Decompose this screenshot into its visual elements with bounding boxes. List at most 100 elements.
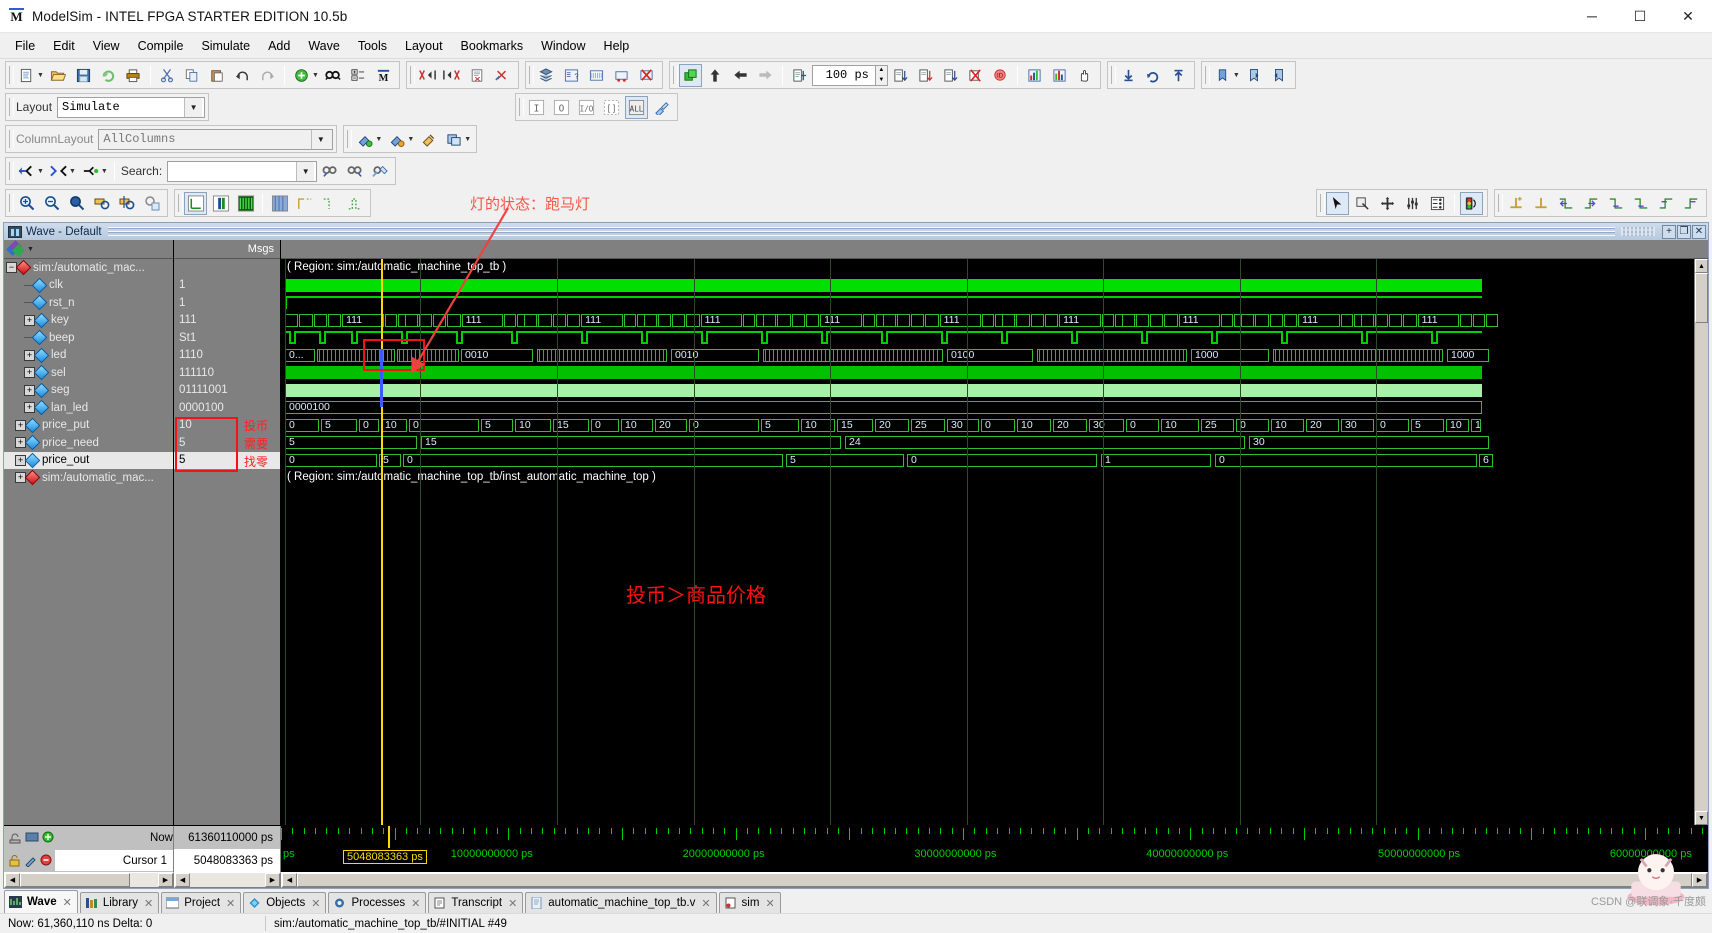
columnlayout-input[interactable]	[99, 129, 312, 149]
break-icon[interactable]	[964, 64, 987, 87]
load-design-icon[interactable]	[535, 64, 558, 87]
tab-close-icon[interactable]: ✕	[226, 897, 235, 910]
bookmark-dropdown-icon[interactable]: ▼	[1233, 72, 1240, 79]
edit-wave-dropdown-icon[interactable]: ▼	[407, 136, 414, 143]
search-next-icon[interactable]	[343, 160, 366, 183]
restart-icon[interactable]	[678, 63, 702, 87]
find-falling-edge-icon[interactable]	[1604, 192, 1627, 215]
expand-all-icon[interactable]	[79, 160, 102, 183]
measure-cursor-icon[interactable]	[1401, 192, 1424, 215]
tab-close-icon[interactable]: ✕	[765, 897, 774, 910]
tab-transcript[interactable]: Transcript ✕	[428, 892, 524, 913]
layout-chevron-down-icon[interactable]: ▼	[184, 97, 203, 117]
wave-dup-dropdown-icon[interactable]: ▼	[464, 136, 471, 143]
run-forward-icon[interactable]	[754, 64, 777, 87]
wave-grid-icon[interactable]	[268, 192, 291, 215]
wave-compare-icon[interactable]	[1426, 192, 1449, 215]
tab-objects[interactable]: Objects ✕	[243, 892, 327, 913]
run-up-icon[interactable]	[704, 64, 727, 87]
menu-layout[interactable]: Layout	[396, 36, 452, 56]
values-scroll-track[interactable]	[190, 873, 265, 887]
wave-single-icon[interactable]	[184, 191, 207, 215]
values-scroll-right-icon[interactable]: ▶	[265, 873, 280, 887]
filter-input-icon[interactable]: I	[525, 96, 548, 119]
coverage-report-icon[interactable]	[1023, 64, 1046, 87]
zoom-in-icon[interactable]	[15, 192, 38, 215]
step-forward-icon[interactable]	[441, 64, 464, 87]
run-all-icon[interactable]	[889, 64, 912, 87]
run-icon[interactable]	[788, 64, 811, 87]
collapse-signal-icon[interactable]	[47, 160, 70, 183]
menu-help[interactable]: Help	[595, 36, 639, 56]
waveform-vertical-scrollbar[interactable]: ▲ ▼	[1694, 259, 1708, 825]
tab-processes[interactable]: Processes ✕	[328, 892, 427, 913]
step-icon[interactable]	[939, 64, 962, 87]
traffic-light-icon[interactable]	[1460, 191, 1483, 215]
new-file-icon[interactable]	[15, 64, 38, 87]
signal-row[interactable]: beep	[4, 329, 173, 347]
simulate-settings-icon[interactable]: ?	[560, 64, 583, 87]
clear-compile-icon[interactable]	[491, 64, 514, 87]
signal-row[interactable]: + sim:/automatic_mac...	[4, 469, 173, 487]
modelsim-m-icon[interactable]: M	[372, 64, 395, 87]
filter-config-icon[interactable]	[650, 96, 673, 119]
zoom-settings-icon[interactable]	[140, 192, 163, 215]
redo-icon[interactable]	[256, 64, 279, 87]
signal-row[interactable]: − sim:/automatic_mac...	[4, 259, 173, 277]
layout-input[interactable]	[58, 97, 185, 117]
print-icon[interactable]	[122, 64, 145, 87]
select-pointer-icon[interactable]	[1326, 191, 1349, 215]
menu-bookmarks[interactable]: Bookmarks	[452, 36, 533, 56]
cursor-1-time-flag[interactable]: 5048083363 ps	[343, 850, 427, 864]
compile-report-icon[interactable]	[466, 64, 489, 87]
menu-wave[interactable]: Wave	[299, 36, 349, 56]
end-simulation-icon[interactable]	[635, 64, 658, 87]
find-prev-event-icon[interactable]	[1654, 192, 1677, 215]
signal-row[interactable]: + key	[4, 312, 173, 330]
columnlayout-chevron-down-icon[interactable]: ▼	[311, 129, 330, 149]
stop-icon[interactable]: ID	[989, 64, 1012, 87]
wave-scroll-thumb[interactable]	[297, 873, 1692, 887]
names-hscrollbar[interactable]: ◀ ▶	[4, 872, 174, 888]
signal-row[interactable]: + lan_led	[4, 399, 173, 417]
cursor-remove-icon[interactable]	[1529, 192, 1552, 215]
wave-multi-icon[interactable]	[234, 192, 257, 215]
copy-icon[interactable]	[181, 64, 204, 87]
wave-hscrollbar[interactable]: ◀ ▶	[281, 872, 1708, 888]
expand-tree-icon[interactable]	[347, 64, 370, 87]
names-scroll-left-icon[interactable]: ◀	[5, 873, 20, 887]
signal-row[interactable]: + price_need	[4, 434, 173, 452]
tab-automatic-machine-top-tb-v[interactable]: automatic_machine_top_tb.v ✕	[525, 892, 717, 913]
signal-row[interactable]: + seg	[4, 382, 173, 400]
search-prev-icon[interactable]	[318, 160, 341, 183]
filter-all-icon[interactable]: ALL	[625, 95, 649, 119]
tab-close-icon[interactable]: ✕	[144, 897, 153, 910]
insert-up-icon[interactable]	[1167, 64, 1190, 87]
tab-close-icon[interactable]: ✕	[411, 897, 420, 910]
add-wave-dropdown-icon[interactable]: ▼	[312, 72, 319, 79]
wave-close-button[interactable]: ✕	[1692, 224, 1706, 239]
layout-combo[interactable]: ▼	[57, 96, 206, 118]
bookmark-next-icon[interactable]	[1268, 64, 1291, 87]
waveform-settings-icon[interactable]	[585, 64, 608, 87]
coverage-detail-icon[interactable]	[1048, 64, 1071, 87]
tab-close-icon[interactable]: ✕	[508, 897, 517, 910]
bookmark-add-icon[interactable]	[1211, 64, 1234, 87]
new-wave-add-icon[interactable]	[353, 128, 376, 151]
scroll-down-arrow-icon[interactable]: ▼	[1695, 811, 1708, 825]
coverage-icon[interactable]	[610, 64, 633, 87]
search-input[interactable]	[168, 161, 297, 181]
names-scroll-thumb[interactable]	[20, 873, 130, 887]
tab-wave[interactable]: Wave ✕	[4, 890, 78, 913]
search-chevron-down-icon[interactable]: ▼	[296, 161, 315, 181]
menu-view[interactable]: View	[84, 36, 129, 56]
signal-row[interactable]: + led	[4, 347, 173, 365]
pan-move-icon[interactable]	[1376, 192, 1399, 215]
maximize-button[interactable]: ☐	[1616, 0, 1664, 33]
search-options-icon[interactable]	[368, 160, 391, 183]
expand-all-dropdown-icon[interactable]: ▼	[101, 168, 108, 175]
tab-library[interactable]: Library ✕	[79, 892, 160, 913]
columnlayout-combo[interactable]: ▼	[98, 128, 334, 150]
filter-output-icon[interactable]: O	[550, 96, 573, 119]
wave-edge-both-icon[interactable]	[343, 192, 366, 215]
